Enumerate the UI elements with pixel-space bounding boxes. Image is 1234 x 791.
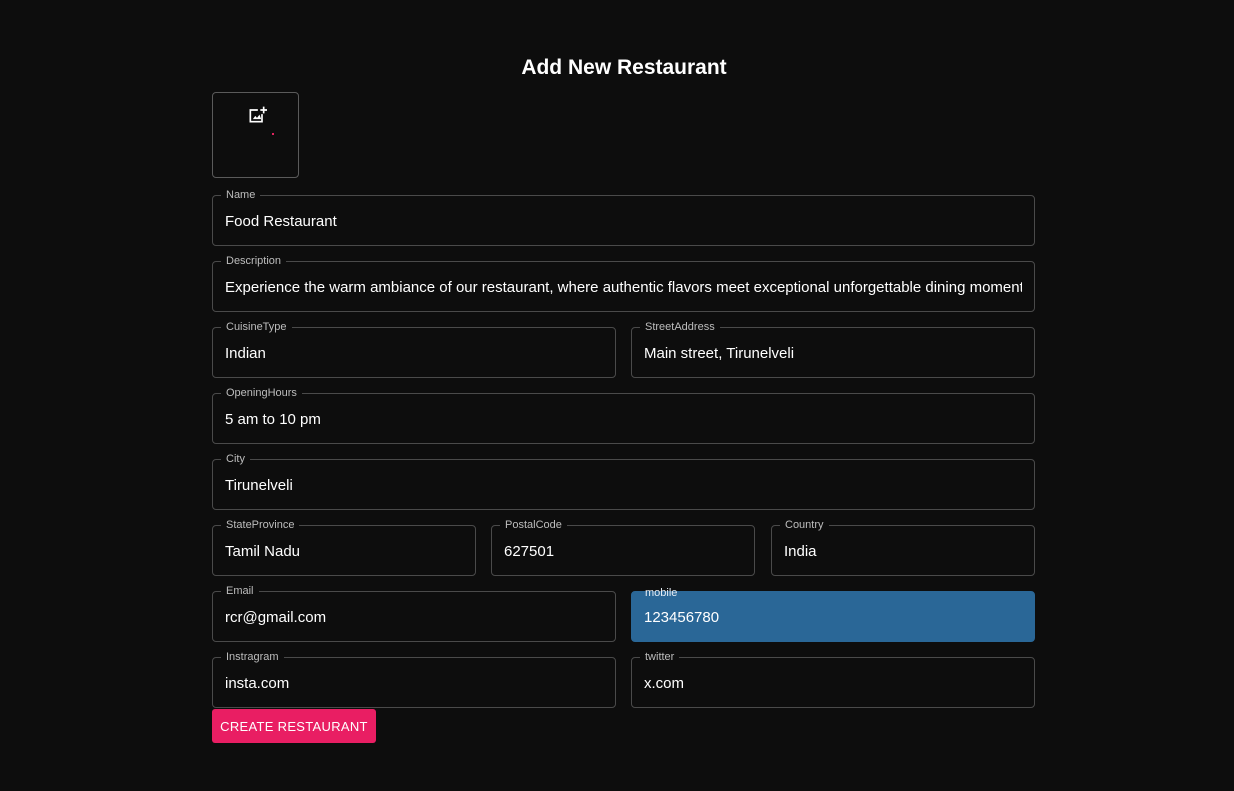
description-label: Description (221, 255, 287, 268)
cuisine-type-field[interactable]: CuisineType Indian (212, 321, 616, 378)
cuisine-type-label: CuisineType (221, 321, 292, 334)
twitter-label: twitter (640, 651, 680, 664)
email-label: Email (221, 585, 259, 598)
country-field[interactable]: Country India (771, 519, 1035, 576)
instagram-field[interactable]: Instragram insta.com (212, 651, 616, 708)
add-photo-icon (249, 106, 267, 123)
email-field[interactable]: Email rcr@gmail.com (212, 585, 616, 642)
image-upload-button[interactable] (212, 92, 299, 178)
postal-code-label: PostalCode (500, 519, 567, 532)
state-province-label: StateProvince (221, 519, 300, 532)
instagram-input[interactable]: insta.com (225, 675, 603, 693)
mobile-input[interactable]: 123456780 (644, 609, 1022, 627)
country-label: Country (780, 519, 829, 532)
mobile-label: mobile (645, 587, 678, 599)
postal-code-field[interactable]: PostalCode 627501 (491, 519, 755, 576)
create-restaurant-button[interactable]: CREATE RESTAURANT (212, 709, 376, 743)
mobile-field[interactable]: mobile 123456780 (631, 587, 1035, 642)
description-field[interactable]: Description Experience the warm ambiance… (212, 255, 1035, 312)
name-input[interactable]: Food Restaurant (225, 213, 1022, 231)
postal-code-input[interactable]: 627501 (504, 543, 742, 561)
street-address-input[interactable]: Main street, Tirunelveli (644, 345, 1022, 363)
opening-hours-input[interactable]: 5 am to 10 pm (225, 411, 1022, 429)
twitter-input[interactable]: x.com (644, 675, 1022, 693)
state-province-input[interactable]: Tamil Nadu (225, 543, 463, 561)
opening-hours-field[interactable]: OpeningHours 5 am to 10 pm (212, 387, 1035, 444)
street-address-field[interactable]: StreetAddress Main street, Tirunelveli (631, 321, 1035, 378)
opening-hours-label: OpeningHours (221, 387, 302, 400)
city-field[interactable]: City Tirunelveli (212, 453, 1035, 510)
name-field[interactable]: Name Food Restaurant (212, 189, 1035, 246)
upload-indicator-dot (272, 133, 274, 135)
page-title: Add New Restaurant (521, 56, 727, 79)
city-input[interactable]: Tirunelveli (225, 477, 1022, 495)
instagram-label: Instragram (221, 651, 284, 664)
street-address-label: StreetAddress (640, 321, 720, 334)
cuisine-type-input[interactable]: Indian (225, 345, 603, 363)
email-input[interactable]: rcr@gmail.com (225, 609, 603, 627)
description-input[interactable]: Experience the warm ambiance of our rest… (225, 279, 1022, 297)
state-province-field[interactable]: StateProvince Tamil Nadu (212, 519, 476, 576)
add-restaurant-page: Add New Restaurant Name Food Restaurant … (0, 0, 1234, 791)
city-label: City (221, 453, 250, 466)
country-input[interactable]: India (784, 543, 1022, 561)
name-label: Name (221, 189, 261, 202)
twitter-field[interactable]: twitter x.com (631, 651, 1035, 708)
